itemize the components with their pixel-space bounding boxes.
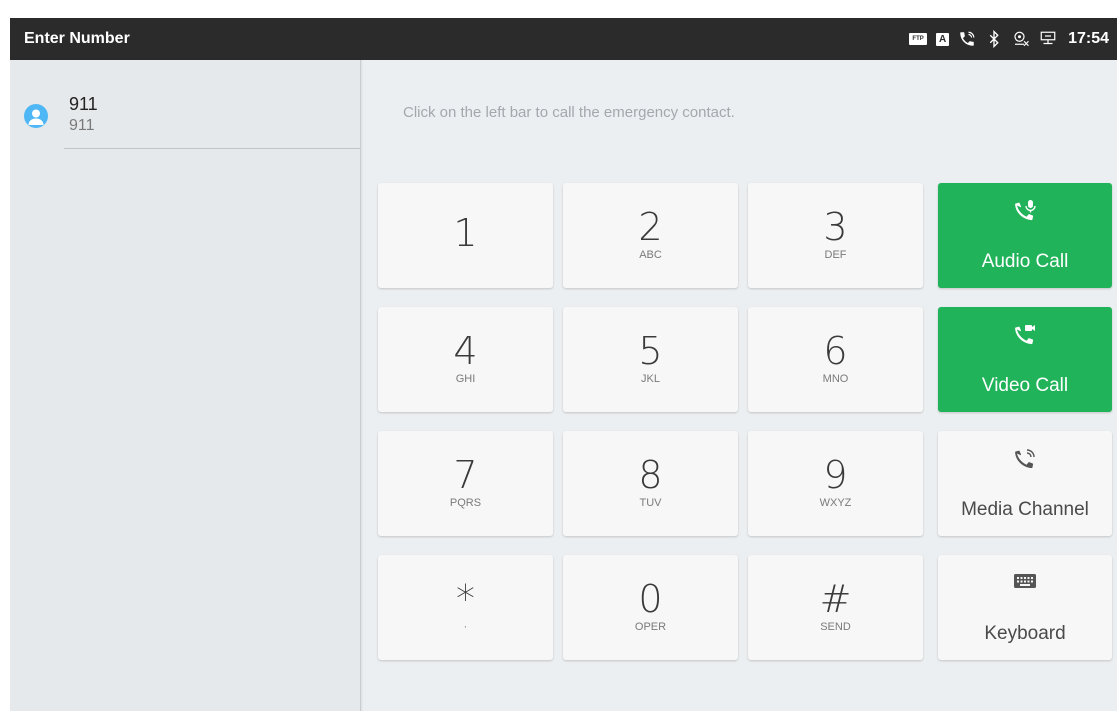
- contact-avatar-icon: [24, 104, 48, 128]
- network-icon: [1039, 30, 1057, 48]
- dial-key-4[interactable]: 4 GHI: [378, 307, 553, 412]
- key-digit: 3: [823, 205, 848, 249]
- key-letters: PQRS: [449, 497, 482, 509]
- key-digit: 7: [453, 453, 478, 497]
- contact-divider: [64, 148, 360, 149]
- key-digit: #: [819, 577, 852, 621]
- audio-call-icon: [938, 199, 1112, 225]
- video-call-icon: [938, 323, 1112, 349]
- key-digit: 0: [638, 577, 663, 621]
- keyboard-icon: [938, 571, 1112, 597]
- video-call-button[interactable]: Video Call: [938, 307, 1112, 412]
- dial-key-1[interactable]: 1: [378, 183, 553, 288]
- key-digit: 8: [638, 453, 663, 497]
- dial-key-8[interactable]: 8 TUV: [563, 431, 738, 536]
- ftp-icon: FTP: [909, 33, 928, 45]
- key-letters: TUV: [639, 497, 662, 509]
- dial-key-6[interactable]: 6 MNO: [748, 307, 923, 412]
- audio-call-button[interactable]: Audio Call: [938, 183, 1112, 288]
- status-icons: FTP A 17:54: [909, 18, 1109, 60]
- dialer-screen: Enter Number FTP A 17:54 911 911 Click o…: [10, 18, 1117, 711]
- dial-key-2[interactable]: 2 ABC: [563, 183, 738, 288]
- emergency-hint-text: Click on the left bar to call the emerge…: [403, 104, 735, 121]
- key-letters: GHI: [455, 373, 476, 385]
- key-letters: ABC: [639, 249, 662, 261]
- media-channel-icon: [938, 447, 1112, 473]
- key-digit: 1: [453, 211, 478, 255]
- video-call-label: Video Call: [981, 375, 1069, 396]
- audio-call-label: Audio Call: [981, 251, 1069, 272]
- key-letters: ·: [463, 621, 468, 633]
- call-icon: [958, 30, 976, 48]
- contact-number: 911: [69, 117, 95, 134]
- key-letters: MNO: [822, 373, 849, 385]
- key-letters: OPER: [634, 621, 667, 633]
- contact-name: 911: [69, 94, 98, 114]
- key-digit: *: [456, 577, 475, 621]
- a-icon: A: [936, 32, 950, 46]
- key-digit: 6: [823, 329, 848, 373]
- dial-key-5[interactable]: 5 JKL: [563, 307, 738, 412]
- key-letters: JKL: [641, 373, 660, 385]
- dial-key-3[interactable]: 3 DEF: [748, 183, 923, 288]
- bluetooth-icon: [985, 30, 1003, 48]
- key-letters: DEF: [824, 249, 847, 261]
- status-bar: Enter Number FTP A 17:54: [10, 18, 1117, 60]
- key-digit: 9: [823, 453, 848, 497]
- dial-key-hash[interactable]: # SEND: [748, 555, 923, 660]
- key-digit: 5: [638, 329, 663, 373]
- emergency-contact-item[interactable]: 911 911: [10, 60, 360, 150]
- status-time: 17:54: [1068, 30, 1109, 47]
- page-title: Enter Number: [24, 30, 130, 47]
- camera-off-icon: [1012, 30, 1030, 48]
- media-channel-label: Media Channel: [961, 499, 1089, 520]
- media-channel-button[interactable]: Media Channel: [938, 431, 1112, 536]
- emergency-contact-panel: 911 911: [10, 60, 361, 711]
- key-letters: SEND: [820, 621, 851, 633]
- dial-key-9[interactable]: 9 WXYZ: [748, 431, 923, 536]
- keyboard-button[interactable]: Keyboard: [938, 555, 1112, 660]
- key-digit: 2: [638, 205, 663, 249]
- keyboard-label: Keyboard: [984, 623, 1066, 644]
- dial-key-0[interactable]: 0 OPER: [563, 555, 738, 660]
- dial-key-7[interactable]: 7 PQRS: [378, 431, 553, 536]
- key-digit: 4: [453, 329, 478, 373]
- key-letters: WXYZ: [819, 497, 852, 509]
- dial-key-star[interactable]: * ·: [378, 555, 553, 660]
